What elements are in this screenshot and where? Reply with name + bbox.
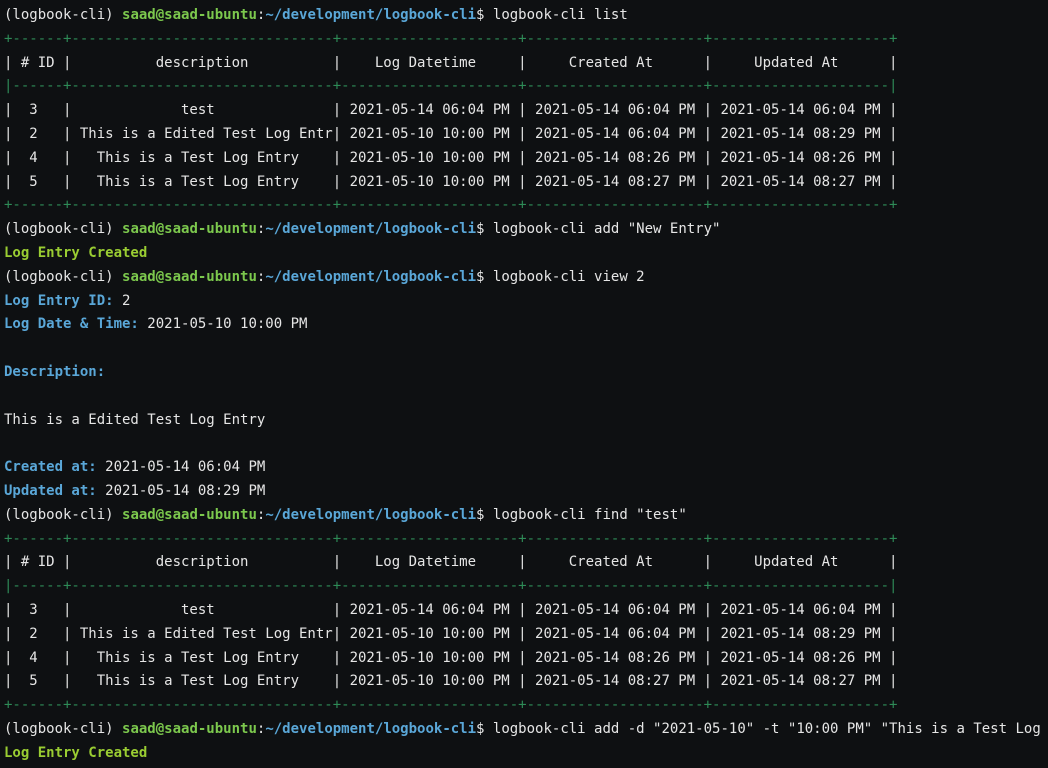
table-row: | 4 | This is a Test Log Entry | 2021-05… — [4, 650, 897, 666]
table-row: | 4 | This is a Test Log Entry | 2021-05… — [4, 150, 897, 166]
table-row: | 2 | This is a Edited Test Log Entr| 20… — [4, 626, 897, 642]
table-header: | # ID | description | Log Datetime | Cr… — [4, 554, 897, 570]
command-view: logbook-cli view 2 — [493, 269, 645, 285]
view-datetime-value: 2021-05-10 10:00 PM — [147, 316, 307, 332]
table-border-sep: |------+-------------------------------+… — [4, 78, 897, 94]
table-row: | 2 | This is a Edited Test Log Entr| 20… — [4, 126, 897, 142]
view-created-label: Created at: — [4, 459, 105, 475]
view-datetime-label: Log Date & Time: — [4, 316, 147, 332]
msg-created: Log Entry Created — [4, 245, 147, 261]
table-border-bot: +------+-------------------------------+… — [4, 697, 897, 713]
table-header: | # ID | description | Log Datetime | Cr… — [4, 55, 897, 71]
table-border-bot: +------+-------------------------------+… — [4, 197, 897, 213]
view-created-value: 2021-05-14 06:04 PM — [105, 459, 265, 475]
table-row: | 3 | test | 2021-05-14 06:04 PM | 2021-… — [4, 602, 897, 618]
prompt-env: (logbook-cli) — [4, 7, 122, 23]
prompt-dollar: $ — [476, 507, 493, 523]
prompt-user-host: saad@saad-ubuntu — [122, 221, 257, 237]
prompt-path: ~/development/logbook-cli — [265, 269, 476, 285]
view-description-value: This is a Edited Test Log Entry — [4, 412, 265, 428]
prompt-user-host: saad@saad-ubuntu — [122, 507, 257, 523]
table-row: | 5 | This is a Test Log Entry | 2021-05… — [4, 673, 897, 689]
table-row: | 3 | test | 2021-05-14 06:04 PM | 2021-… — [4, 102, 897, 118]
view-updated-value: 2021-05-14 08:29 PM — [105, 483, 265, 499]
prompt-path: ~/development/logbook-cli — [265, 7, 476, 23]
view-updated-label: Updated at: — [4, 483, 105, 499]
command-add-new: logbook-cli add "New Entry" — [493, 221, 721, 237]
prompt-path: ~/development/logbook-cli — [265, 721, 476, 737]
prompt-env: (logbook-cli) — [4, 221, 122, 237]
terminal-output[interactable]: (logbook-cli) saad@saad-ubuntu:~/develop… — [0, 0, 1048, 768]
table-border-sep: |------+-------------------------------+… — [4, 578, 897, 594]
prompt-dollar: $ — [476, 269, 493, 285]
table-border-top: +------+-------------------------------+… — [4, 531, 897, 547]
prompt-env: (logbook-cli) — [4, 507, 122, 523]
prompt-dollar: $ — [476, 221, 493, 237]
prompt-user-host: saad@saad-ubuntu — [122, 7, 257, 23]
msg-created: Log Entry Created — [4, 745, 147, 761]
table-row: | 5 | This is a Test Log Entry | 2021-05… — [4, 174, 897, 190]
prompt-dollar: $ — [476, 7, 493, 23]
prompt-env: (logbook-cli) — [4, 269, 122, 285]
command-list: logbook-cli list — [493, 7, 628, 23]
prompt-user-host: saad@saad-ubuntu — [122, 721, 257, 737]
command-find: logbook-cli find "test" — [493, 507, 687, 523]
prompt-path: ~/development/logbook-cli — [265, 507, 476, 523]
prompt-path: ~/development/logbook-cli — [265, 221, 476, 237]
view-id-label: Log Entry ID: — [4, 293, 122, 309]
view-description-label: Description: — [4, 364, 105, 380]
command-add-full: logbook-cli add -d "2021-05-10" -t "10:0… — [493, 721, 1048, 737]
table-border-top: +------+-------------------------------+… — [4, 31, 897, 47]
prompt-user-host: saad@saad-ubuntu — [122, 269, 257, 285]
prompt-dollar: $ — [476, 721, 493, 737]
view-id-value: 2 — [122, 293, 130, 309]
prompt-env: (logbook-cli) — [4, 721, 122, 737]
